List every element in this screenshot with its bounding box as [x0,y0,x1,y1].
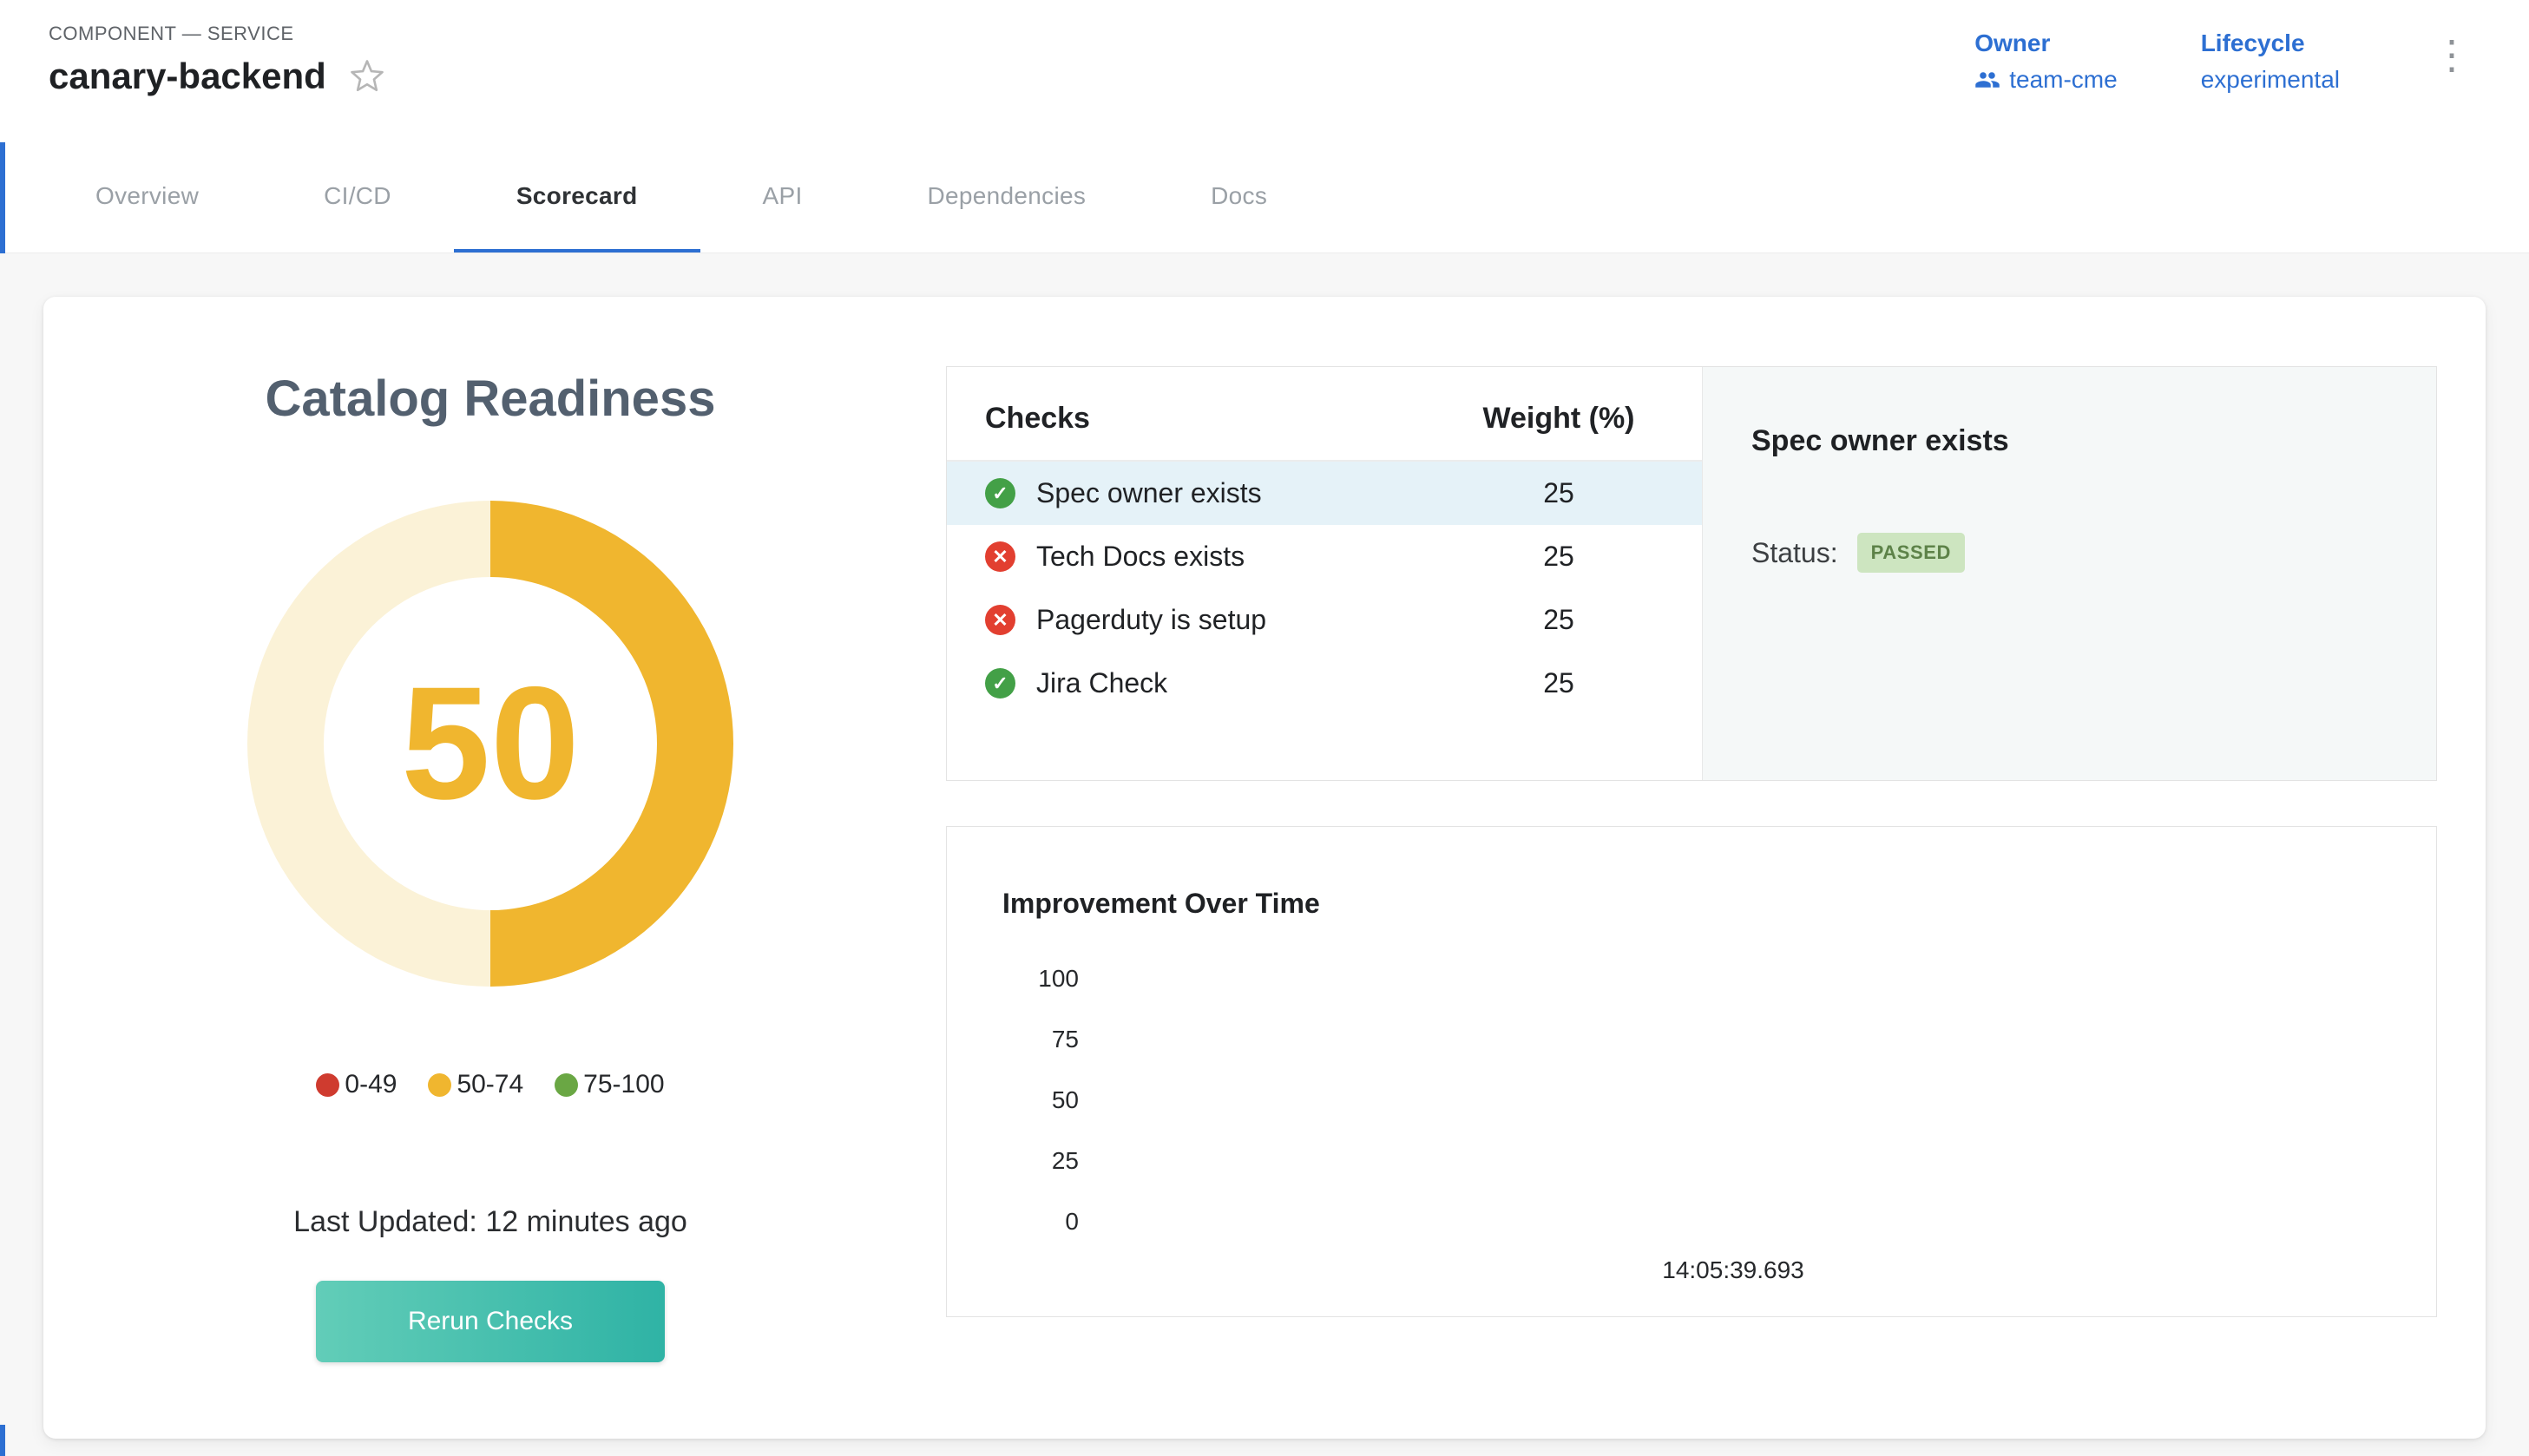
gauge-value: 50 [247,501,733,987]
y-axis-tick: 0 [1065,1208,1079,1236]
score-legend: 0-49 50-74 75-100 [316,1070,664,1099]
checks-rows: ✓Spec owner exists25✕Tech Docs exists25✕… [947,462,1702,715]
entity-header-right: Owner team-cme Lifecycle experimental ⋮ [1974,30,2480,94]
gauge-title: Catalog Readiness [266,370,716,428]
x-axis-tick: 14:05:39.693 [1002,1256,2381,1284]
check-detail-panel: Spec owner exists Status: PASSED [1702,367,2436,780]
favorite-star-icon[interactable] [349,58,385,95]
entity-header: COMPONENT — SERVICE canary-backend Owner [0,0,2529,142]
tab-dependencies[interactable]: Dependencies [865,142,1149,253]
check-name: Jira Check [1036,667,1459,699]
tab-ci-cd[interactable]: CI/CD [261,142,454,253]
left-edge-accent-bottom [0,1425,5,1456]
gauge-section: Catalog Readiness 50 0-49 50-74 75-100 Las… [69,331,911,1383]
check-row[interactable]: ✓ Spec owner exists25 [947,462,1702,525]
owner-block: Owner team-cme [1974,30,2117,94]
legend-label: 50-74 [457,1070,523,1099]
y-axis-tick: 100 [1038,965,1079,993]
lifecycle-label: Lifecycle [2201,30,2340,57]
owner-label: Owner [1974,30,2117,57]
x-circle-icon: ✕ [985,541,1015,572]
y-axis-tick: 50 [1052,1086,1079,1114]
x-circle-icon: ✕ [985,605,1015,635]
scorecard-card: Catalog Readiness 50 0-49 50-74 75-100 Las… [43,297,2486,1439]
plot-area [1086,965,2381,1236]
check-circle-icon: ✓ [985,668,1015,698]
last-updated: Last Updated: 12 minutes ago [293,1205,687,1239]
check-weight: 25 [1459,667,1659,699]
check-detail-title: Spec owner exists [1751,424,2388,458]
entity-header-left: COMPONENT — SERVICE canary-backend [49,23,385,97]
rerun-checks-button[interactable]: Rerun Checks [316,1281,665,1362]
check-weight: 25 [1459,477,1659,509]
tabs: OverviewCI/CDScorecardAPIDependenciesDoc… [0,142,2529,253]
owner-link[interactable]: team-cme [1974,66,2117,94]
donut-gauge: 50 [247,501,733,987]
status-badge: PASSED [1857,533,1965,573]
lifecycle-block: Lifecycle experimental [2201,30,2340,94]
check-name: Tech Docs exists [1036,541,1459,573]
legend-label: 0-49 [345,1070,397,1099]
legend-dot-icon [316,1073,339,1097]
lifecycle-value: experimental [2201,66,2340,94]
checks-column-header: Checks [985,402,1459,436]
tab-api[interactable]: API [700,142,865,253]
breadcrumb: COMPONENT — SERVICE [49,23,385,45]
check-row[interactable]: ✕ Pagerduty is setup25 [947,588,1702,652]
checks-panel: Checks Weight (%) ✓Spec owner exists25✕T… [946,366,2437,781]
check-row[interactable]: ✓ Jira Check25 [947,652,1702,715]
group-icon [1974,67,2000,93]
checks-section: Checks Weight (%) ✓Spec owner exists25✕T… [946,331,2437,1383]
legend-dot-icon [555,1073,578,1097]
check-name: Spec owner exists [1036,477,1459,509]
app: COMPONENT — SERVICE canary-backend Owner [0,0,2529,1456]
page-title: canary-backend [49,56,326,97]
owner-value[interactable]: team-cme [2009,66,2117,94]
legend-item: 75-100 [555,1070,664,1099]
legend-item: 50-74 [428,1070,523,1099]
legend-dot-icon [428,1073,451,1097]
tab-overview[interactable]: Overview [33,142,261,253]
content: Catalog Readiness 50 0-49 50-74 75-100 Las… [0,253,2529,1456]
status-label: Status: [1751,537,1838,569]
chart-title: Improvement Over Time [1002,888,2381,920]
y-axis-tick: 75 [1052,1026,1079,1053]
improvement-chart-panel: Improvement Over Time 100 75 50 25 0 14:05:3… [946,826,2437,1317]
legend-item: 0-49 [316,1070,397,1099]
y-axis: 100 75 50 25 0 [1002,965,1086,1236]
tab-docs[interactable]: Docs [1148,142,1330,253]
check-row[interactable]: ✕ Tech Docs exists25 [947,525,1702,588]
left-edge-accent [0,142,5,253]
legend-label: 75-100 [583,1070,664,1099]
weight-column-header: Weight (%) [1459,402,1659,436]
y-axis-tick: 25 [1052,1147,1079,1175]
checks-table-header: Checks Weight (%) [947,367,1702,462]
checks-table: Checks Weight (%) ✓Spec owner exists25✕T… [947,367,1702,780]
check-weight: 25 [1459,541,1659,573]
check-circle-icon: ✓ [985,478,1015,508]
check-name: Pagerduty is setup [1036,604,1459,636]
kebab-menu-icon[interactable]: ⋮ [2423,35,2480,75]
tab-scorecard[interactable]: Scorecard [454,142,700,253]
check-weight: 25 [1459,604,1659,636]
